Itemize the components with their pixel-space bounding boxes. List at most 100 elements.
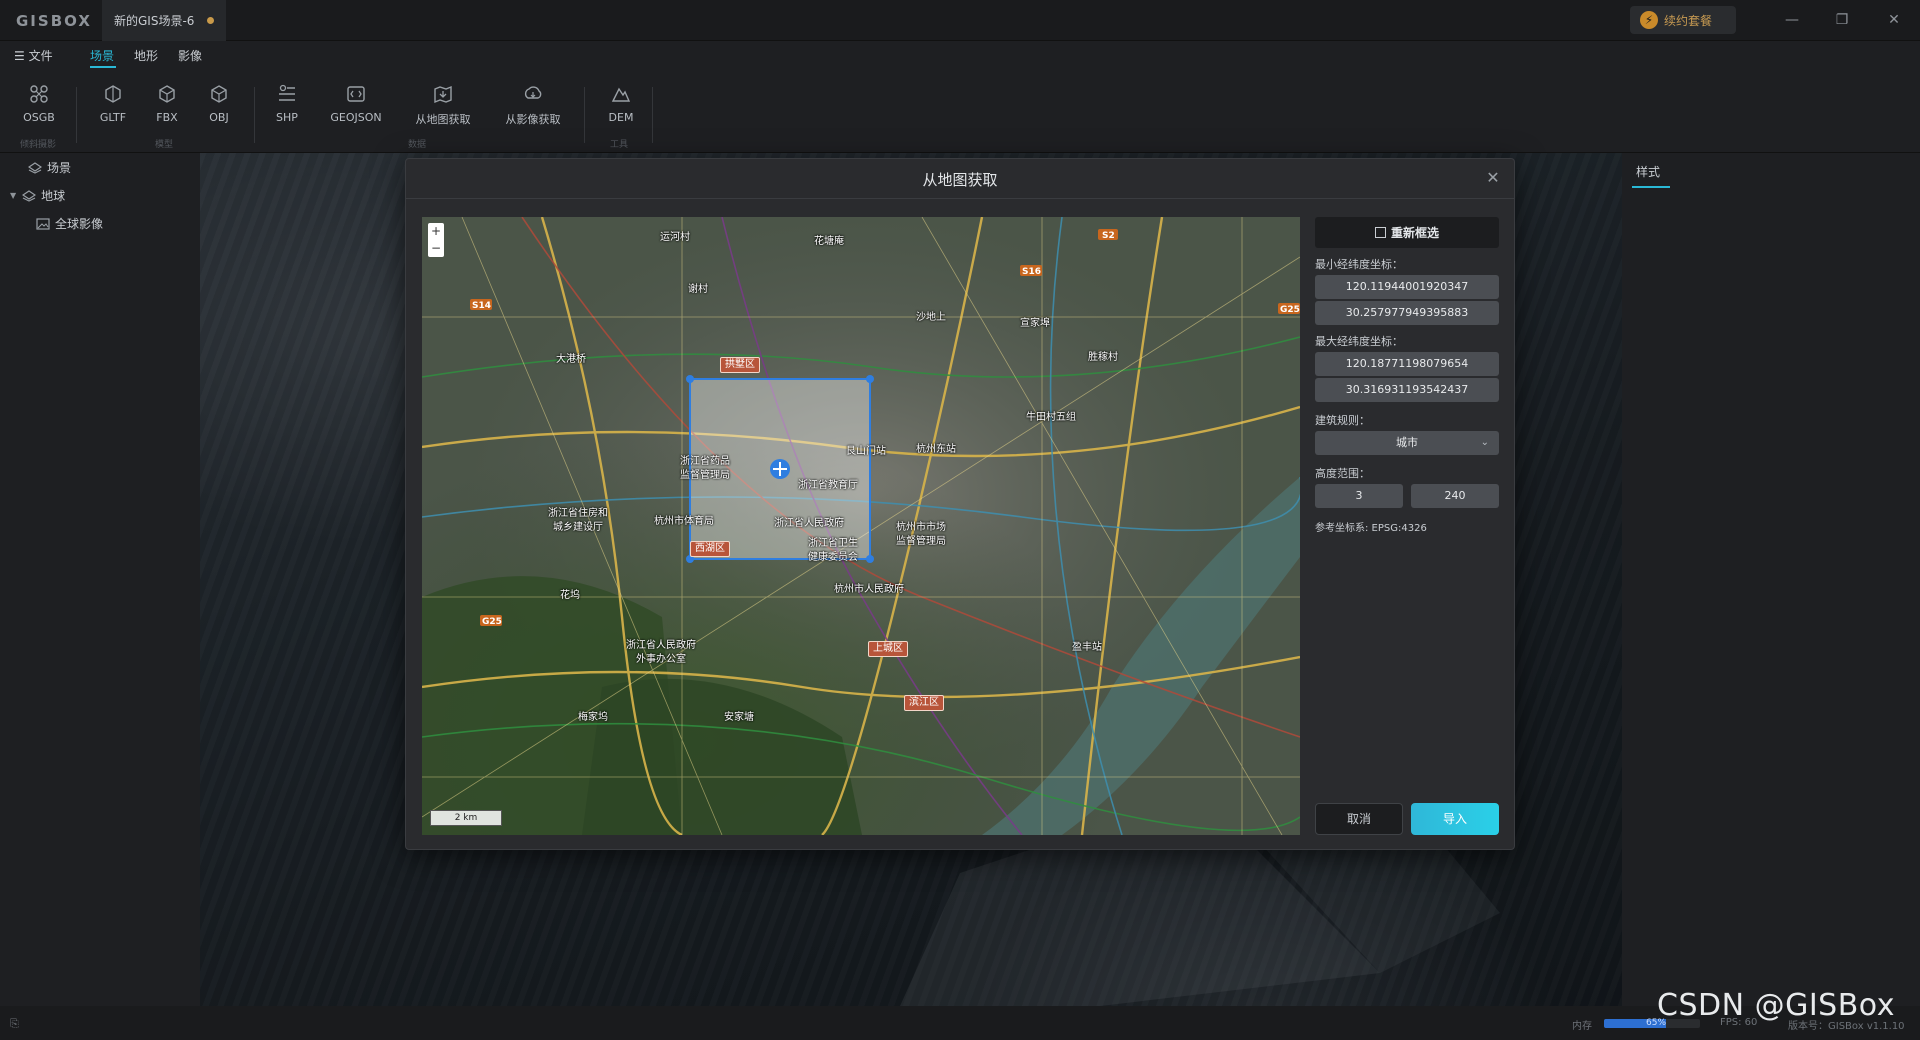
map-place-label: 拱墅区 — [720, 357, 760, 373]
map-place-label: 艮山门站 — [846, 446, 886, 457]
map-fetch-button[interactable]: 从地图获取 — [410, 83, 476, 135]
zoom-out-button[interactable]: − — [428, 240, 444, 257]
map-place-label: 安家塘 — [724, 712, 754, 723]
minimize-icon[interactable]: — — [1782, 10, 1802, 30]
map-place-label: 浙江省教育厅 — [798, 480, 858, 491]
ribbon-divider — [254, 87, 255, 143]
gltf-label: GLTF — [99, 111, 127, 124]
building-rule-select[interactable]: 城市 ⌄ — [1315, 431, 1499, 455]
tree-item-earth[interactable]: ▼ 地球 — [10, 187, 65, 204]
gltf-button[interactable]: GLTF — [92, 83, 134, 135]
map-place-label: 沙地上 — [916, 312, 946, 323]
ribbon-divider — [584, 87, 585, 143]
log-icon[interactable]: ⎘ — [10, 1017, 19, 1031]
osgb-button[interactable]: OSGB — [18, 83, 60, 135]
hamburger-icon: ☰ — [14, 49, 25, 63]
min-lon-field[interactable]: 120.11944001920347 — [1315, 275, 1499, 299]
height-max-field[interactable]: 240 — [1411, 484, 1499, 508]
tree-item-scene-label: 场景 — [47, 161, 72, 175]
app-logo: GISBOX — [16, 12, 92, 30]
height-min-field[interactable]: 3 — [1315, 484, 1403, 508]
map-place-label: 大港桥 — [556, 354, 586, 365]
cancel-button[interactable]: 取消 — [1315, 803, 1403, 835]
fetch-from-map-dialog: 从地图获取 ✕ S2 S16 S14 G25 G25 运河村 花塘庵 谢村 沙地… — [405, 158, 1515, 850]
tree-item-global-imagery-label: 全球影像 — [55, 217, 104, 231]
unsaved-dot-icon — [207, 17, 214, 24]
dem-icon — [611, 87, 631, 102]
image-fetch-button[interactable]: 从影像获取 — [500, 83, 566, 135]
renew-plan-button[interactable]: ⚡ 续约套餐 — [1630, 6, 1736, 34]
restore-icon[interactable]: ❐ — [1832, 10, 1852, 30]
fbx-button[interactable]: FBX — [146, 83, 188, 135]
fbx-icon — [159, 85, 175, 103]
reselect-button[interactable]: 重新框选 — [1315, 217, 1499, 248]
file-menu[interactable]: ☰ 文件 — [14, 47, 53, 64]
min-lat-field[interactable]: 30.257977949395883 — [1315, 301, 1499, 325]
group-label-tools: 工具 — [610, 140, 629, 150]
map-place-label: 浙江省住房和 城乡建设厅 — [548, 508, 608, 533]
bolt-icon: ⚡ — [1640, 11, 1658, 29]
max-lat-field[interactable]: 30.316931193542437 — [1315, 378, 1499, 402]
map-place-label: 宣家埠 — [1020, 318, 1050, 329]
import-button[interactable]: 导入 — [1411, 803, 1499, 835]
map-place-label: 胜稼村 — [1088, 352, 1118, 363]
menu-bar: ☰ 文件 场景 地形 影像 — [0, 41, 1920, 69]
map-place-label: 杭州市市场 监督管理局 — [896, 522, 946, 547]
osgb-label: OSGB — [23, 111, 55, 124]
dem-button[interactable]: DEM — [604, 83, 638, 135]
dialog-header: 从地图获取 ✕ — [406, 159, 1514, 199]
max-coord-label: 最大经纬度坐标： — [1315, 335, 1403, 348]
zoom-in-button[interactable]: + — [428, 223, 444, 240]
select-box-icon — [1374, 227, 1386, 238]
memory-label: 内存 — [1572, 1021, 1592, 1032]
max-lon-field[interactable]: 120.18771198079654 — [1315, 352, 1499, 376]
osgb-icon — [30, 85, 48, 103]
map-place-label: 上城区 — [868, 641, 908, 657]
close-icon[interactable]: ✕ — [1484, 169, 1502, 187]
geojson-button[interactable]: GEOJSON — [326, 83, 386, 135]
map-place-label: 杭州市人民政府 — [834, 584, 904, 595]
tree-item-scene[interactable]: 场景 — [28, 159, 71, 176]
dialog-title: 从地图获取 — [922, 171, 998, 189]
shp-button[interactable]: SHP — [268, 83, 306, 135]
tab-style[interactable]: 样式 — [1636, 163, 1660, 180]
road-shield: S2 — [1102, 231, 1115, 241]
scene-tree-panel: 场景 ▼ 地球 全球影像 — [0, 153, 200, 1006]
tree-item-global-imagery[interactable]: 全球影像 — [36, 215, 103, 232]
map-place-label: 滨江区 — [904, 695, 944, 711]
map-place-label: 浙江省卫生 健康委员会 — [808, 538, 858, 563]
tree-item-earth-label: 地球 — [41, 189, 66, 203]
shp-icon — [279, 84, 295, 101]
map-fetch-icon — [434, 85, 452, 104]
watermark: CSDN @GISBox — [1657, 988, 1895, 1023]
map-canvas[interactable]: S2 S16 S14 G25 G25 运河村 花塘庵 谢村 沙地上 宣家埠 大港桥 胜稼村 拱… — [422, 217, 1300, 835]
close-window-icon[interactable]: ✕ — [1884, 10, 1904, 30]
map-place-label: 盈丰站 — [1072, 642, 1102, 653]
group-label-model: 模型 — [155, 140, 174, 150]
obj-label: OBJ — [209, 111, 229, 124]
layers-icon — [28, 161, 42, 174]
tab-imagery[interactable]: 影像 — [178, 47, 202, 64]
road-shield: S16 — [1022, 267, 1041, 277]
reselect-label: 重新框选 — [1390, 226, 1439, 240]
obj-button[interactable]: OBJ — [198, 83, 240, 135]
tab-terrain[interactable]: 地形 — [134, 47, 158, 64]
fbx-label: FBX — [156, 111, 178, 124]
map-place-label: 杭州东站 — [916, 444, 956, 455]
dem-label: DEM — [608, 111, 634, 124]
road-shield: G25 — [482, 617, 502, 627]
group-label-data: 数据 — [408, 140, 427, 150]
geojson-label: GEOJSON — [330, 111, 382, 124]
tab-scene[interactable]: 场景 — [90, 47, 114, 64]
gltf-icon — [105, 85, 121, 103]
caret-down-icon: ▼ — [10, 191, 17, 200]
obj-icon — [211, 85, 227, 103]
file-menu-label: 文件 — [28, 49, 53, 63]
ribbon-toolbar: OSGB GLTF FBX OBJ SHP GEOJSON 从地图获取 从影像获… — [0, 69, 1920, 153]
road-shield: G25 — [1280, 305, 1300, 315]
style-tab-indicator — [1632, 186, 1670, 188]
map-place-label: 花坞 — [560, 590, 580, 601]
ribbon-divider — [652, 87, 653, 143]
map-place-label: 西湖区 — [690, 541, 730, 557]
document-tab[interactable]: 新的GIS场景-6 — [102, 0, 226, 41]
